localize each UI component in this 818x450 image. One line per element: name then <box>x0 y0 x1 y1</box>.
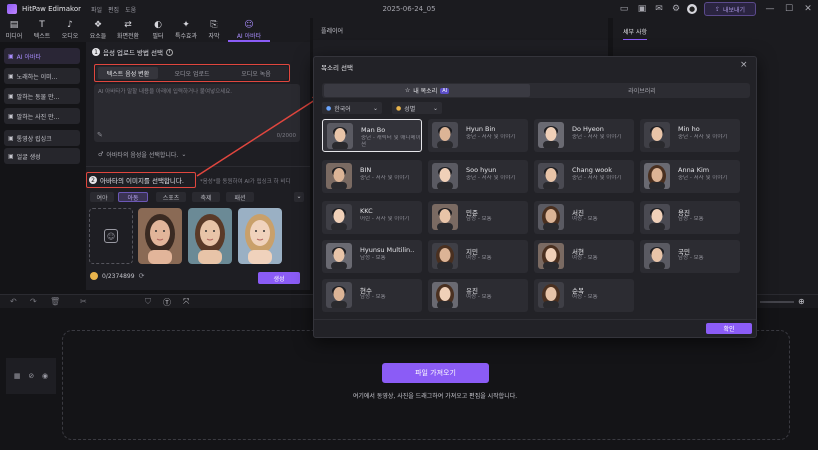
voice-description: 중년 - 서사 및 이야기 <box>466 134 516 140</box>
voice-avatar <box>644 163 670 189</box>
voice-description: 어린 - 서사 및 이야기 <box>360 216 410 222</box>
voice-name: Chang wook <box>572 166 612 174</box>
dialog-title: 목소리 선택 <box>321 64 353 72</box>
voice-avatar <box>326 204 352 230</box>
voice-description: 남성 - 보통 <box>360 255 386 261</box>
globe-icon: ● <box>326 104 332 112</box>
voice-avatar <box>644 122 670 148</box>
voice-avatar <box>327 123 353 149</box>
voice-avatar <box>432 243 458 269</box>
voice-card[interactable]: KKC 어린 - 서사 및 이야기 <box>322 201 422 234</box>
voice-card[interactable]: Anna Kim 중년 - 서사 및 이야기 <box>640 160 740 193</box>
voice-avatar <box>538 163 564 189</box>
voice-tabs: ☆ 내 목소리 AI 라이브러리 <box>322 83 750 98</box>
voice-card[interactable]: Min ho 중년 - 서사 및 이야기 <box>640 119 740 152</box>
voice-card[interactable]: 지민 여성 - 보통 <box>428 240 528 273</box>
voice-description: 중년 - 서사 및 이야기 <box>466 175 516 181</box>
voice-avatar <box>326 163 352 189</box>
voice-avatar <box>326 243 352 269</box>
chevron-down-icon: ⌄ <box>432 104 438 112</box>
voice-description: 남성 - 보통 <box>678 255 704 261</box>
voice-card[interactable]: 민준 남성 - 보통 <box>428 201 528 234</box>
gender-icon: ● <box>396 104 402 112</box>
dialog-divider <box>314 319 756 320</box>
voice-card[interactable]: 유진 여성 - 보통 <box>428 279 528 312</box>
ai-badge: AI <box>440 87 450 94</box>
voice-avatar <box>432 204 458 230</box>
voice-avatar <box>538 122 564 148</box>
voice-description: 남성 - 보통 <box>360 294 386 300</box>
voice-name: Anna Kim <box>678 166 710 174</box>
voice-card[interactable]: BIN 중년 - 서사 및 이야기 <box>322 160 422 193</box>
voice-description: 중년 - 캐릭터 및 애니메이션 <box>361 135 421 148</box>
voice-avatar <box>326 282 352 308</box>
voice-card[interactable]: 서현 여성 - 보통 <box>534 240 634 273</box>
voice-name: Hyunsu Multilin.. <box>360 246 415 254</box>
voice-description: 중년 - 서사 및 이야기 <box>678 175 728 181</box>
voice-card[interactable]: Hyunsu Multilin.. 남성 - 보통 <box>322 240 422 273</box>
voice-description: 남성 - 보통 <box>466 216 492 222</box>
voice-select-dialog: 목소리 선택 × ☆ 내 목소리 AI 라이브러리 ● 한국어 ⌄ ● 성별 ⌄… <box>313 56 757 338</box>
voice-card[interactable]: Do Hyeon 중년 - 서사 및 이야기 <box>534 119 634 152</box>
voice-card[interactable]: Chang wook 중년 - 서사 및 이야기 <box>534 160 634 193</box>
voice-card[interactable]: 용진 남성 - 보통 <box>640 201 740 234</box>
voice-description: 여성 - 보통 <box>572 294 598 300</box>
voice-card[interactable]: Hyun Bin 중년 - 서사 및 이야기 <box>428 119 528 152</box>
gender-dropdown[interactable]: ● 성별 ⌄ <box>392 102 442 114</box>
voice-description: 남성 - 보통 <box>678 216 704 222</box>
voice-name: Hyun Bin <box>466 125 496 133</box>
voice-avatar <box>538 282 564 308</box>
voice-card[interactable]: 서진 여성 - 보통 <box>534 201 634 234</box>
voice-avatar <box>538 243 564 269</box>
voice-card[interactable]: 현수 남성 - 보통 <box>322 279 422 312</box>
chevron-down-icon: ⌄ <box>372 104 378 112</box>
voice-card[interactable]: Soo hyun 중년 - 서사 및 이야기 <box>428 160 528 193</box>
voice-name: Soo hyun <box>466 166 497 174</box>
voice-name: Do Hyeon <box>572 125 604 133</box>
voice-description: 여성 - 보통 <box>572 255 598 261</box>
tab-my-voice[interactable]: ☆ 내 목소리 AI <box>324 84 530 97</box>
voice-avatar <box>432 282 458 308</box>
voice-description: 여성 - 보통 <box>572 216 598 222</box>
voice-description: 중년 - 서사 및 이야기 <box>572 134 622 140</box>
language-dropdown[interactable]: ● 한국어 ⌄ <box>322 102 382 114</box>
voice-description: 여성 - 보통 <box>466 255 492 261</box>
voice-description: 여성 - 보통 <box>466 294 492 300</box>
close-icon[interactable]: × <box>740 60 748 70</box>
voice-name: BIN <box>360 166 372 174</box>
confirm-button[interactable]: 확인 <box>706 323 752 334</box>
voice-card[interactable]: 국민 남성 - 보통 <box>640 240 740 273</box>
voice-description: 중년 - 서사 및 이야기 <box>572 175 622 181</box>
star-icon: ☆ <box>404 87 411 94</box>
voice-name: Man Bo <box>361 126 386 134</box>
voice-avatar <box>644 204 670 230</box>
voice-card[interactable]: Man Bo 중년 - 캐릭터 및 애니메이션 <box>322 119 422 152</box>
voice-card[interactable]: 순복 여성 - 보통 <box>534 279 634 312</box>
voice-avatar <box>432 122 458 148</box>
voice-avatar <box>432 163 458 189</box>
tab-library[interactable]: 라이브러리 <box>536 84 748 97</box>
voice-description: 중년 - 서사 및 이야기 <box>360 175 410 181</box>
voice-name: KKC <box>360 207 373 215</box>
voice-description: 중년 - 서사 및 이야기 <box>678 134 728 140</box>
voice-avatar <box>538 204 564 230</box>
voice-avatar <box>644 243 670 269</box>
voice-name: Min ho <box>678 125 700 133</box>
